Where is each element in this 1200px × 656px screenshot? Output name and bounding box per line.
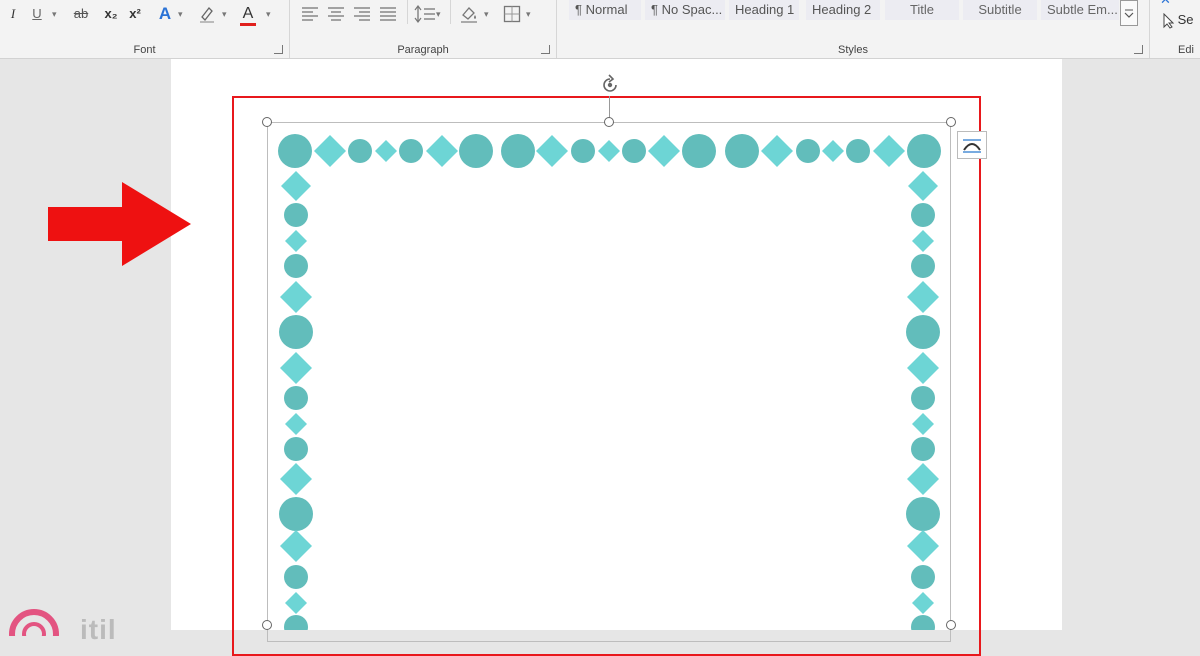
border-diamond [907, 281, 939, 313]
border-diamond [761, 135, 793, 167]
border-circle [622, 139, 646, 163]
border-diamond [907, 530, 939, 562]
border-diamond [912, 592, 934, 614]
border-diamond [912, 230, 934, 252]
border-circle [284, 565, 308, 589]
border-circle [279, 497, 313, 531]
border-circle [278, 134, 312, 168]
border-circle [911, 565, 935, 589]
border-circle [399, 139, 423, 163]
border-diamond [907, 463, 939, 495]
border-diamond [873, 135, 905, 167]
border-diamond [536, 135, 568, 167]
border-diamond [426, 135, 458, 167]
border-diamond [907, 352, 939, 384]
border-diamond [280, 352, 312, 384]
watermark-text: itil [80, 614, 117, 645]
border-circle [725, 134, 759, 168]
border-circle [907, 134, 941, 168]
watermark-logo-icon [9, 609, 59, 636]
border-diamond [285, 592, 307, 614]
border-circle [682, 134, 716, 168]
border-circle [501, 134, 535, 168]
border-circle [911, 615, 935, 630]
border-diamond [280, 281, 312, 313]
border-circle [284, 203, 308, 227]
border-circle [284, 254, 308, 278]
border-circle [279, 315, 313, 349]
border-circle [906, 497, 940, 531]
resize-handle-top-right[interactable] [946, 117, 956, 127]
border-diamond [822, 140, 844, 162]
border-circle [906, 315, 940, 349]
border-diamond [280, 463, 312, 495]
border-circle [284, 615, 308, 630]
border-diamond [314, 135, 346, 167]
border-diamond [285, 413, 307, 435]
resize-handle-bottom-left[interactable] [262, 620, 272, 630]
resize-handle-top-left[interactable] [262, 117, 272, 127]
border-diamond [598, 140, 620, 162]
border-circle [348, 139, 372, 163]
border-diamond [285, 230, 307, 252]
border-circle [911, 386, 935, 410]
border-circle [571, 139, 595, 163]
resize-handle-top-middle[interactable] [604, 117, 614, 127]
border-circle [284, 437, 308, 461]
border-circle [796, 139, 820, 163]
border-circle [911, 254, 935, 278]
page-border-art [278, 134, 941, 630]
border-diamond [648, 135, 680, 167]
border-circle [846, 139, 870, 163]
border-diamond [908, 171, 938, 201]
border-diamond [281, 171, 311, 201]
border-diamond [375, 140, 397, 162]
border-circle [911, 437, 935, 461]
border-circle [459, 134, 493, 168]
border-circle [284, 386, 308, 410]
border-circle [911, 203, 935, 227]
border-diamond [912, 413, 934, 435]
resize-handle-bottom-right[interactable] [946, 620, 956, 630]
border-diamond [280, 530, 312, 562]
